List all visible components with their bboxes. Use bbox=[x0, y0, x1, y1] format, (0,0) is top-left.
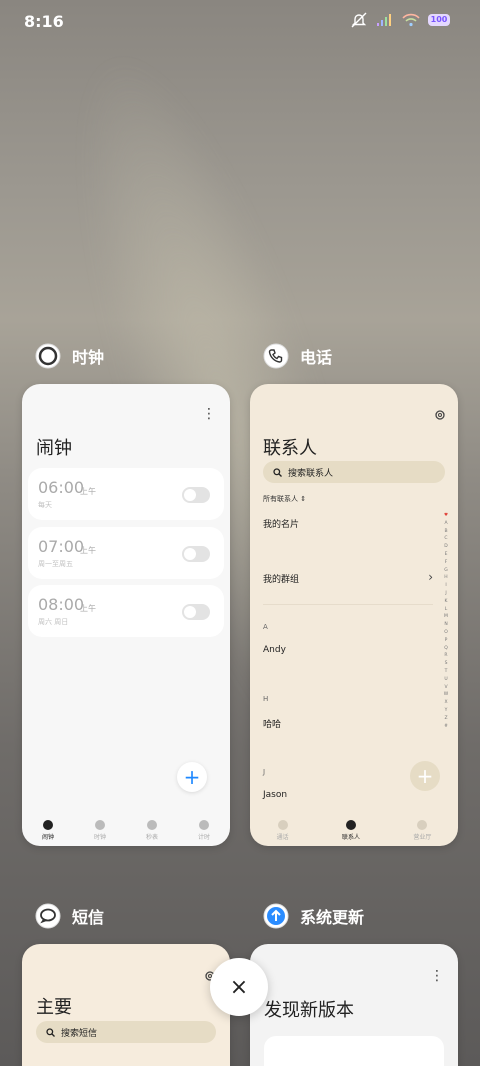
tab-label: 计时 bbox=[197, 833, 210, 841]
alarm-item[interactable]: 08:00 上午 周六 周日 bbox=[28, 585, 224, 637]
phone-app-icon bbox=[262, 342, 290, 370]
search-icon bbox=[46, 1027, 55, 1037]
battery-indicator: 100 bbox=[428, 14, 450, 26]
clock-app-card[interactable]: ⋮ 闹钟 06:00 上午 每天 07:00 上午 周一至周五 08:00 上午… bbox=[22, 384, 230, 846]
contact-item[interactable]: Andy bbox=[263, 645, 286, 655]
messages-page-title: 主要 bbox=[36, 997, 72, 1018]
messages-app-card[interactable]: 主要 搜索短信 bbox=[22, 944, 230, 1066]
alarm-toggle[interactable] bbox=[182, 487, 210, 503]
update-app-icon bbox=[262, 902, 290, 930]
status-bar: 8:16 100 bbox=[0, 0, 480, 44]
app-header-messages[interactable]: 短信 bbox=[34, 902, 104, 930]
alarm-toggle[interactable] bbox=[182, 546, 210, 562]
my-groups-row[interactable]: 我的群组 › bbox=[263, 570, 433, 585]
tab-label: 通话 bbox=[276, 833, 289, 841]
version-info-panel bbox=[264, 1036, 444, 1066]
clock-page-title: 闹钟 bbox=[36, 438, 72, 459]
alarm-repeat: 周六 周日 bbox=[38, 618, 69, 626]
search-icon bbox=[273, 467, 282, 477]
search-placeholder: 搜索短信 bbox=[61, 1028, 98, 1039]
phone-icon bbox=[277, 819, 288, 830]
contact-item[interactable]: 哈哈 bbox=[263, 717, 281, 730]
alarm-item[interactable]: 07:00 上午 周一至周五 bbox=[28, 527, 224, 579]
divider bbox=[263, 604, 433, 605]
app-name-messages: 短信 bbox=[72, 908, 105, 927]
alarm-item[interactable]: 06:00 上午 每天 bbox=[28, 468, 224, 520]
tab-contacts[interactable]: 联系人 bbox=[341, 819, 360, 841]
phone-bottom-nav: 通话 联系人 营业厅 bbox=[250, 814, 458, 846]
update-page-title: 发现新版本 bbox=[264, 1000, 354, 1021]
search-placeholder: 搜索联系人 bbox=[288, 468, 334, 479]
tab-label: 闹钟 bbox=[41, 833, 54, 841]
section-letter: J bbox=[263, 768, 266, 776]
signal-icon bbox=[377, 14, 391, 26]
my-card-row[interactable]: 我的名片 bbox=[263, 517, 299, 530]
contacts-search-input[interactable]: 搜索联系人 bbox=[263, 461, 445, 483]
chevron-right-icon: › bbox=[428, 570, 433, 584]
tab-timer[interactable]: 计时 bbox=[197, 819, 210, 841]
stopwatch-icon bbox=[146, 819, 157, 830]
clock-bottom-nav: 闹钟 时钟 秒表 计时 bbox=[22, 814, 230, 846]
alarm-repeat: 每天 bbox=[38, 501, 52, 509]
alarm-repeat: 周一至周五 bbox=[38, 560, 73, 568]
more-options-icon[interactable]: ⋮ bbox=[430, 968, 444, 984]
alarm-toggle[interactable] bbox=[182, 604, 210, 620]
add-alarm-button[interactable]: + bbox=[177, 762, 207, 792]
contacts-icon bbox=[345, 819, 356, 830]
app-name-phone: 电话 bbox=[300, 348, 333, 367]
alphabet-index[interactable]: ♥ A B C D E F G H I J K L M N O P Q R S … bbox=[442, 512, 450, 730]
app-name-clock: 时钟 bbox=[72, 348, 105, 367]
mute-icon bbox=[351, 12, 367, 28]
settings-gear-icon[interactable] bbox=[434, 409, 446, 421]
tab-label: 营业厅 bbox=[413, 833, 432, 841]
clock-app-icon bbox=[34, 342, 62, 370]
alarm-ampm: 上午 bbox=[80, 604, 96, 613]
messages-app-icon bbox=[34, 902, 62, 930]
alarm-ampm: 上午 bbox=[80, 487, 96, 496]
status-time: 8:16 bbox=[24, 12, 64, 31]
tab-label: 联系人 bbox=[341, 833, 360, 841]
phone-app-card[interactable]: 联系人 搜索联系人 所有联系人 ⇕ 我的名片 我的群组 › A Andy H 哈… bbox=[250, 384, 458, 846]
tab-label: 时钟 bbox=[93, 833, 106, 841]
tab-clock[interactable]: 时钟 bbox=[93, 819, 106, 841]
alarm-time: 08:00 bbox=[38, 595, 85, 614]
clock-icon bbox=[94, 819, 105, 830]
section-letter: H bbox=[263, 695, 269, 703]
tab-calls[interactable]: 通话 bbox=[276, 819, 289, 841]
status-icons: 100 bbox=[350, 12, 450, 28]
tab-service-hall[interactable]: 营业厅 bbox=[413, 819, 432, 841]
wifi-icon bbox=[402, 13, 420, 27]
tab-label: 秒表 bbox=[145, 833, 158, 841]
hourglass-icon bbox=[198, 819, 209, 830]
app-header-phone[interactable]: 电话 bbox=[262, 342, 332, 370]
alarm-icon bbox=[42, 819, 53, 830]
alarm-time: 07:00 bbox=[38, 537, 85, 556]
my-groups-label: 我的群组 bbox=[263, 575, 300, 585]
messages-search-input[interactable]: 搜索短信 bbox=[36, 1021, 216, 1043]
tab-alarm[interactable]: 闹钟 bbox=[41, 819, 54, 841]
contacts-page-title: 联系人 bbox=[263, 438, 317, 459]
contacts-filter-dropdown[interactable]: 所有联系人 ⇕ bbox=[263, 494, 306, 504]
update-app-card[interactable]: ⋮ 发现新版本 bbox=[250, 944, 458, 1066]
close-all-button[interactable]: × bbox=[210, 958, 268, 1016]
add-contact-button[interactable]: + bbox=[410, 761, 440, 791]
alarm-ampm: 上午 bbox=[80, 546, 96, 555]
section-letter: A bbox=[263, 623, 268, 631]
app-name-update: 系统更新 bbox=[300, 908, 365, 927]
tab-stopwatch[interactable]: 秒表 bbox=[145, 819, 158, 841]
more-options-icon[interactable]: ⋮ bbox=[202, 406, 216, 422]
app-header-clock[interactable]: 时钟 bbox=[34, 342, 104, 370]
alarm-time: 06:00 bbox=[38, 478, 85, 497]
contact-item[interactable]: Jason bbox=[263, 790, 287, 800]
store-icon bbox=[417, 819, 428, 830]
app-header-update[interactable]: 系统更新 bbox=[262, 902, 364, 930]
